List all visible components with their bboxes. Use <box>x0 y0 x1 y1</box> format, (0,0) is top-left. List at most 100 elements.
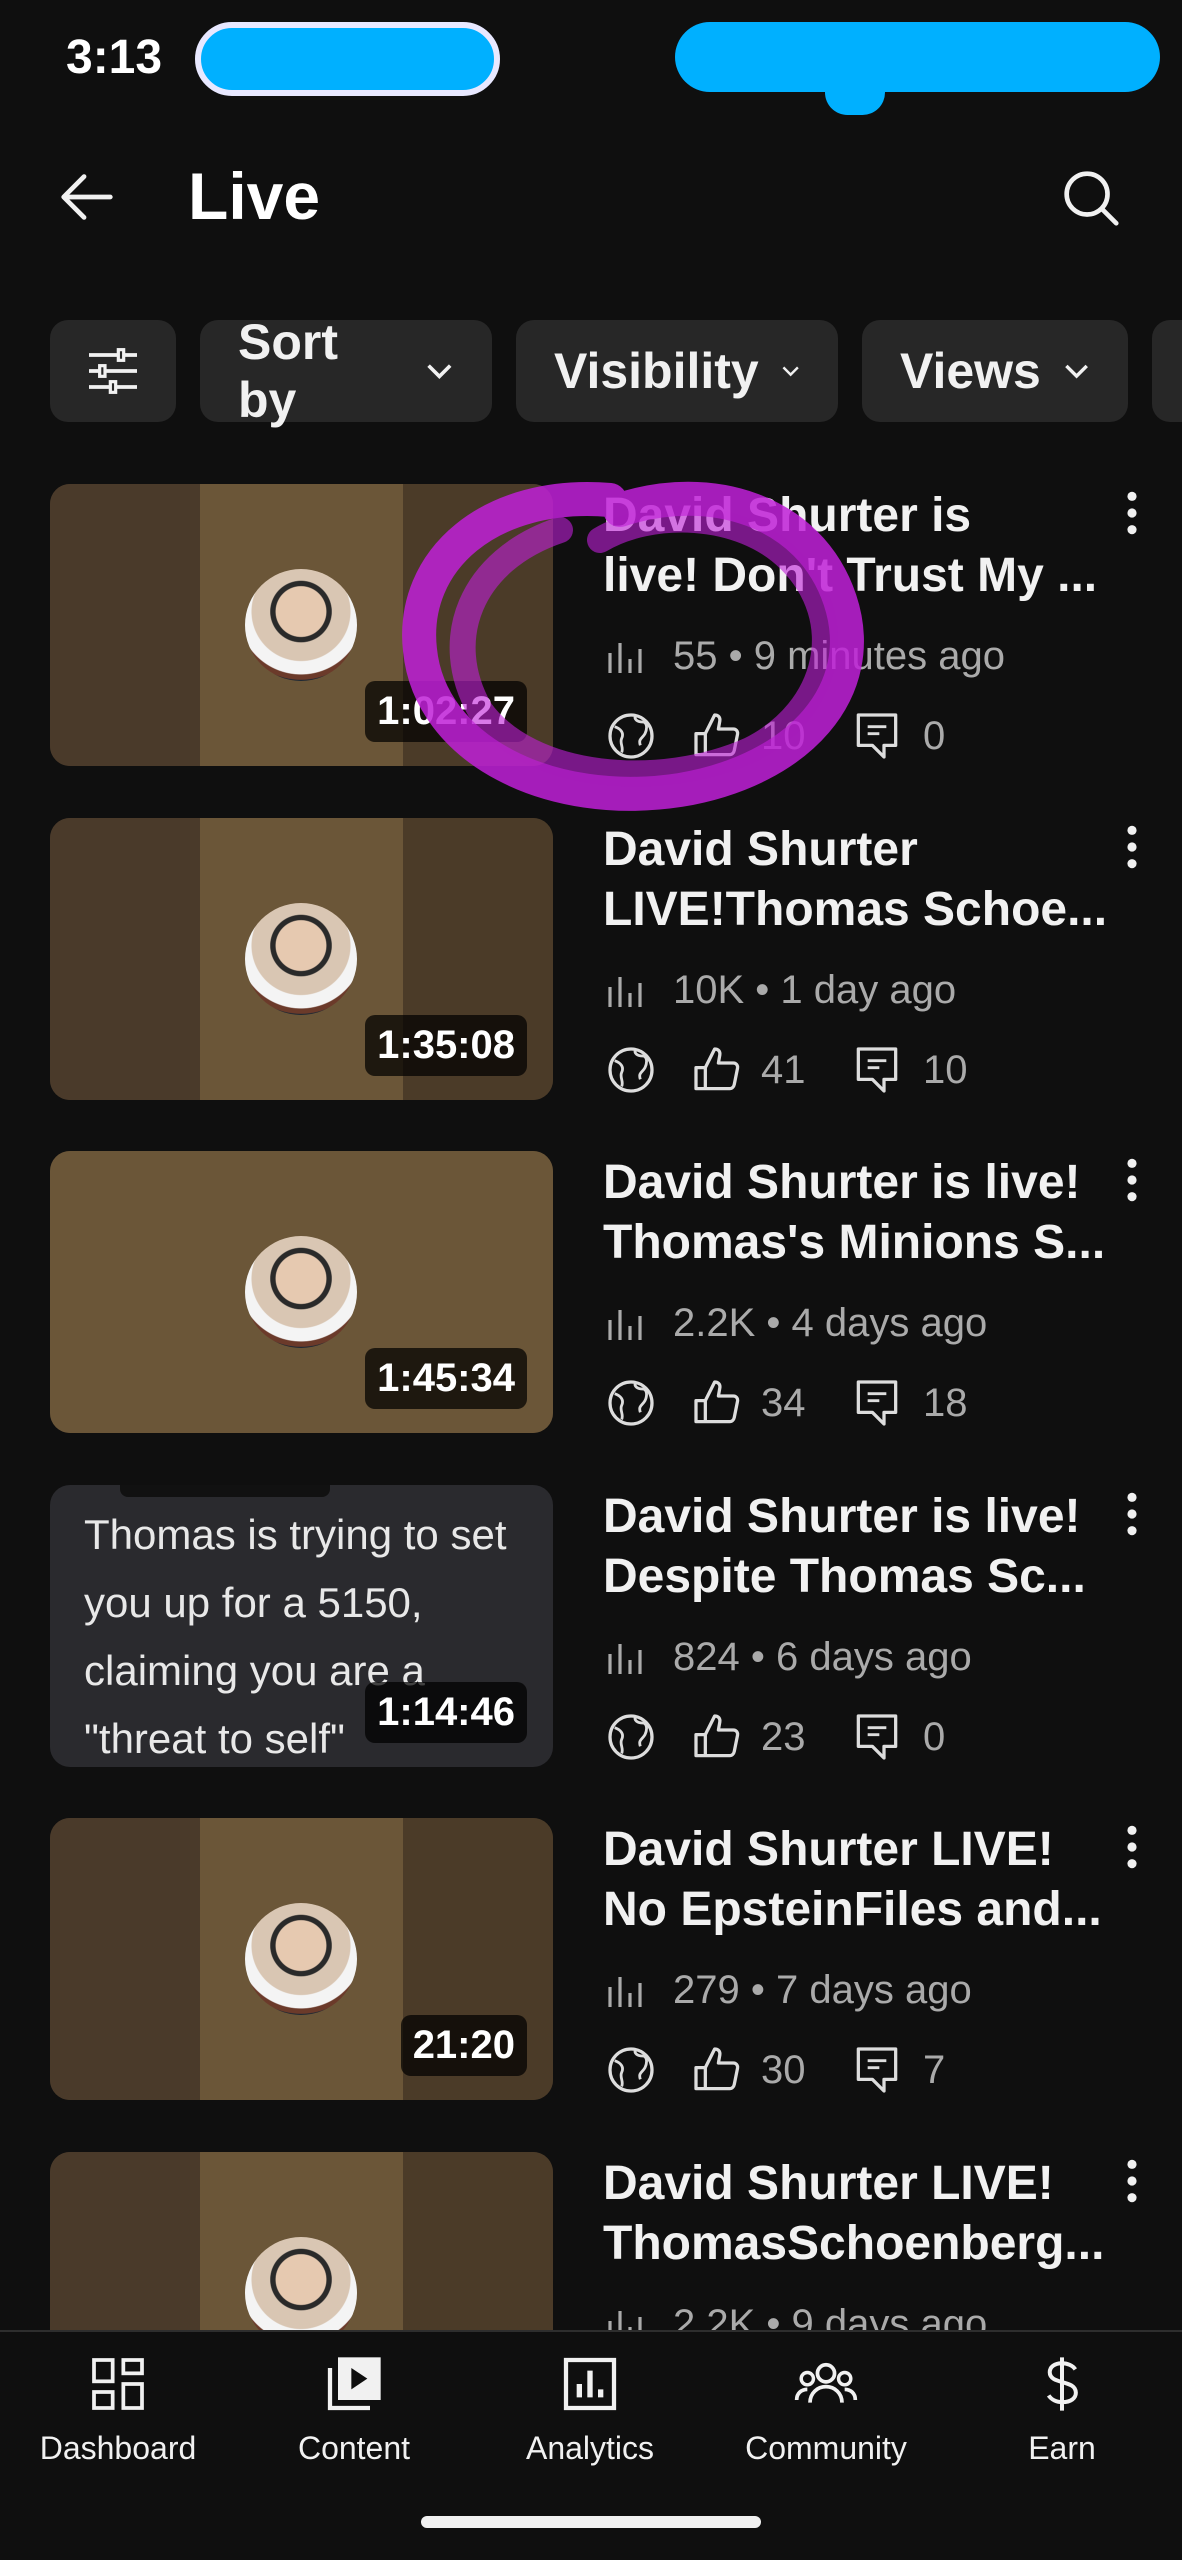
globe-icon <box>608 1047 654 1093</box>
filter-settings-button[interactable] <box>50 320 176 422</box>
chevron-down-icon <box>427 364 452 379</box>
views-bars-icon <box>608 1309 642 1340</box>
video-title[interactable]: David Shurter is live! Thomas's Minions … <box>603 1153 1113 1273</box>
comment-count: 0 <box>923 1714 946 1759</box>
redaction-mark <box>825 70 885 115</box>
more-chip[interactable] <box>1152 320 1182 422</box>
views-bars-icon <box>608 1643 642 1674</box>
video-duration: 1:02:27 <box>365 681 527 742</box>
redaction-mark <box>195 22 500 96</box>
community-icon <box>794 2362 858 2403</box>
video-thumbnail[interactable]: 1:02:27 <box>50 484 553 766</box>
more-vert-icon[interactable] <box>1120 1489 1144 1539</box>
video-metrics: 10 0 <box>603 706 945 766</box>
video-stats: 279 • 7 days ago <box>603 1968 972 2013</box>
nav-community[interactable]: Community <box>708 2352 944 2502</box>
comment-count: 7 <box>923 2047 946 2092</box>
views-label: Views <box>900 343 1041 399</box>
video-item[interactable]: 1:02:27 David Shurter is live! Don't Tru… <box>0 484 1182 784</box>
video-title[interactable]: David Shurter LIVE! No EpsteinFiles and.… <box>603 1820 1113 1940</box>
globe-icon <box>608 713 654 759</box>
thumb-up-icon <box>694 1714 740 1758</box>
more-vert-icon[interactable] <box>1120 1155 1144 1205</box>
nav-analytics[interactable]: Analytics <box>472 2352 708 2502</box>
comment-count: 0 <box>923 713 946 758</box>
globe-icon <box>608 2047 654 2093</box>
nav-dashboard[interactable]: Dashboard <box>0 2352 236 2502</box>
video-stats: 55 • 9 minutes ago <box>603 634 1005 679</box>
video-title[interactable]: David Shurter LIVE! ThomasSchoenberg... <box>603 2154 1113 2274</box>
publish-age: 7 days ago <box>775 1968 972 2012</box>
video-metrics: 23 0 <box>603 1707 945 1767</box>
like-count: 41 <box>761 1047 806 1092</box>
comment-count: 10 <box>923 1047 968 1092</box>
more-vert-icon[interactable] <box>1120 2156 1144 2206</box>
views-bars-icon <box>608 642 642 673</box>
view-count: 824 <box>673 1635 740 1679</box>
views-bars-icon <box>608 1976 642 2007</box>
more-vert-icon[interactable] <box>1120 822 1144 872</box>
publish-age: 9 minutes ago <box>753 634 1006 678</box>
dashboard-icon <box>92 2358 144 2410</box>
comment-icon <box>856 1047 898 1093</box>
video-thumbnail[interactable]: 1:35:08 <box>50 818 553 1100</box>
nav-label: Content <box>297 2430 411 2466</box>
video-item[interactable]: Thomas is trying to set you up for a 515… <box>0 1485 1182 1785</box>
more-vert-icon[interactable] <box>1120 1822 1144 1872</box>
visibility-chip[interactable]: Visibility <box>516 320 838 422</box>
view-count: 2.2K <box>673 1301 756 1345</box>
video-metrics: 41 10 <box>603 1040 968 1100</box>
video-stats: 824 • 6 days ago <box>603 1635 972 1680</box>
globe-icon <box>608 1714 654 1760</box>
publish-age: 6 days ago <box>775 1635 972 1679</box>
video-metrics: 34 18 <box>603 1373 968 1433</box>
nav-label: Community <box>745 2430 907 2466</box>
globe-icon <box>608 1380 654 1426</box>
home-indicator[interactable] <box>421 2516 761 2528</box>
like-count: 10 <box>761 713 806 758</box>
redaction-mark <box>675 22 1160 92</box>
sort-by-label: Sort by <box>238 314 338 428</box>
avatar <box>245 903 357 1015</box>
nav-label: Dashboard <box>39 2430 197 2466</box>
video-title[interactable]: David Shurter LIVE!Thomas Schoe... <box>603 820 1113 940</box>
video-thumbnail[interactable]: Thomas is trying to set you up for a 515… <box>50 1485 553 1767</box>
views-chip[interactable]: Views <box>862 320 1128 422</box>
video-metrics: 30 7 <box>603 2040 945 2100</box>
status-time: 3:13 <box>66 31 163 84</box>
comment-count: 18 <box>923 1380 968 1425</box>
video-duration: 1:14:46 <box>365 1682 527 1743</box>
video-title[interactable]: David Shurter is live! Despite Thomas Sc… <box>603 1487 1113 1607</box>
publish-age: 4 days ago <box>791 1301 988 1345</box>
search-icon[interactable] <box>1055 162 1125 232</box>
comment-icon <box>856 713 898 759</box>
top-app-bar: Live <box>0 140 1182 250</box>
video-item[interactable]: 1:35:08 David Shurter LIVE!Thomas Schoe.… <box>0 818 1182 1118</box>
filter-sliders-icon <box>89 348 137 394</box>
thumb-up-icon <box>694 2047 740 2091</box>
nav-label: Earn <box>1028 2430 1096 2466</box>
sort-by-chip[interactable]: Sort by <box>200 314 492 428</box>
video-title[interactable]: David Shurter is live! Don't Trust My ..… <box>603 486 1113 606</box>
nav-earn[interactable]: Earn <box>944 2352 1180 2502</box>
filter-chip-bar: Sort by Visibility Views <box>0 314 1182 428</box>
redaction-mark <box>120 1485 330 1497</box>
video-item[interactable]: 21:20 David Shurter LIVE! No EpsteinFile… <box>0 1818 1182 2118</box>
nav-label: Analytics <box>525 2430 655 2466</box>
avatar <box>245 569 357 681</box>
avatar <box>245 1903 357 2015</box>
back-arrow-icon[interactable] <box>52 162 122 232</box>
video-item[interactable]: 1:45:34 David Shurter is live! Thomas's … <box>0 1151 1182 1451</box>
video-thumbnail[interactable]: 21:20 <box>50 1818 553 2100</box>
avatar <box>245 1236 357 1348</box>
video-thumbnail[interactable]: 1:45:34 <box>50 1151 553 1433</box>
thumb-up-icon <box>694 1380 740 1424</box>
more-vert-icon[interactable] <box>1120 488 1144 538</box>
video-duration: 1:45:34 <box>365 1348 527 1409</box>
nav-content[interactable]: Content <box>236 2352 472 2502</box>
analytics-icon <box>563 2357 617 2411</box>
status-bar: 3:13 <box>0 0 1182 120</box>
thumb-up-icon <box>694 1047 740 1091</box>
video-duration: 21:20 <box>400 2015 527 2076</box>
publish-age: 1 day ago <box>780 968 957 1012</box>
